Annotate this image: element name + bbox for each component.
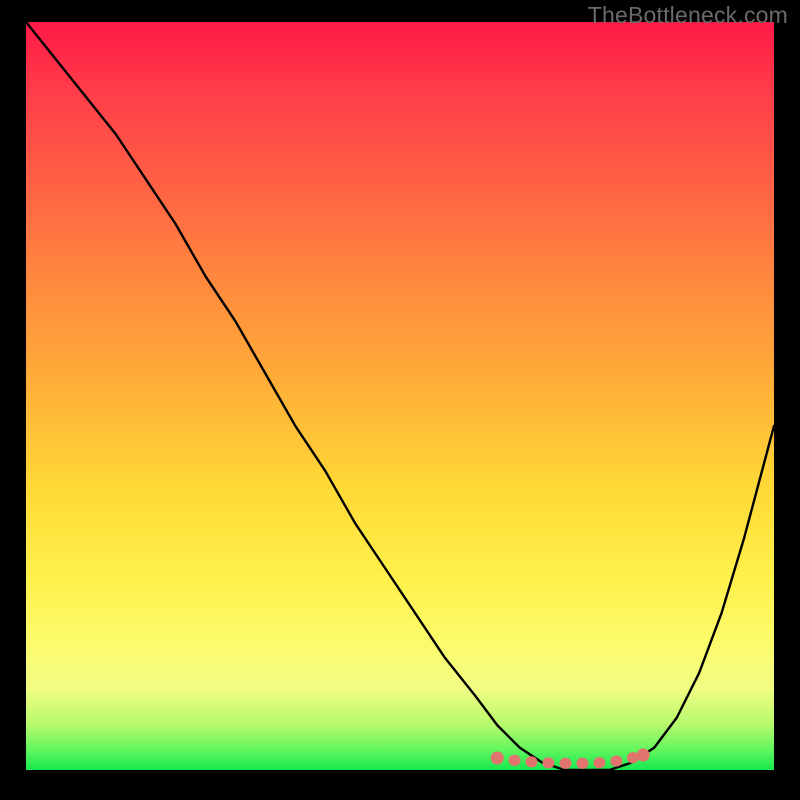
sweet-spot-start-dot (491, 752, 504, 765)
chart-frame (26, 22, 774, 770)
chart-svg (26, 22, 774, 770)
sweet-spot-marker (497, 755, 643, 763)
sweet-spot-end-dot (637, 749, 650, 762)
bottleneck-curve (26, 22, 774, 770)
watermark-text: TheBottleneck.com (588, 2, 788, 29)
